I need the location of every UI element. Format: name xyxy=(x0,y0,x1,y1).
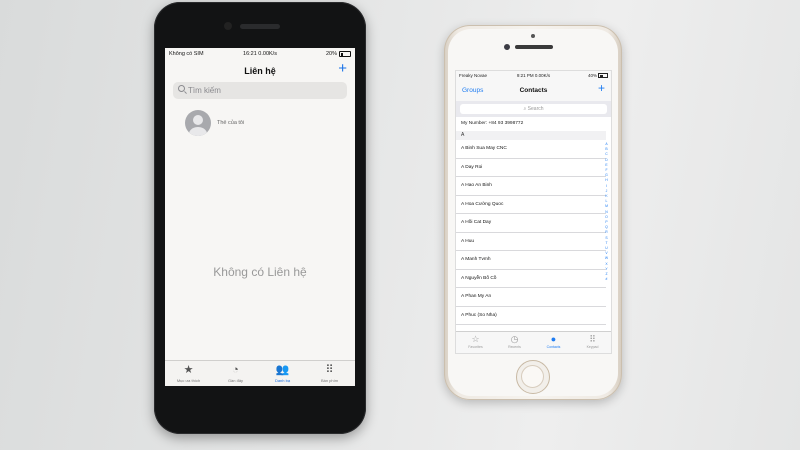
tab-contacts[interactable]: ● Contacts xyxy=(534,334,573,349)
clock-icon: ◷ xyxy=(510,334,519,344)
empty-state-message: Không có Liên hệ xyxy=(213,265,307,279)
contact-row[interactable]: A Nguyễn Bố Cồ xyxy=(456,270,606,288)
keypad-icon: ⠿ xyxy=(589,334,596,344)
add-contact-button[interactable]: + xyxy=(598,82,605,94)
tab-bar: ☆ Favorites ◷ Recents ● Contacts ⠿ Keypa… xyxy=(456,331,611,353)
contacts-icon: 👥 xyxy=(275,364,290,376)
contacts-list: A A Binh Sua May CNC A Day Roi A Hao An Bi… xyxy=(456,131,606,325)
search-field[interactable]: ⌕ Search xyxy=(460,104,607,114)
black-iphone: Không có SIM 16:21 0.00K/s 20% Liên hệ +… xyxy=(154,2,366,434)
tab-favorites[interactable]: ★ Mục ưa thích xyxy=(165,364,212,383)
index-letter[interactable]: # xyxy=(604,277,609,282)
add-contact-button[interactable]: + xyxy=(338,61,347,76)
tab-bar: ★ Mục ưa thích ◔ Gần đây 👥 Danh bạ ⠿ Bàn… xyxy=(165,360,355,386)
tab-label: Gần đây xyxy=(227,378,244,383)
page-title: Liên hệ xyxy=(244,66,276,76)
search-bar: ⌕ Search xyxy=(456,101,611,117)
home-button[interactable] xyxy=(516,360,550,394)
contact-row[interactable]: A Manh Tvmh xyxy=(456,251,606,270)
battery-icon xyxy=(598,73,608,78)
tab-label: Bàn phím xyxy=(320,378,339,383)
contact-row[interactable]: A Binh Sua May CNC xyxy=(456,140,606,159)
contacts-icon: ● xyxy=(550,334,557,344)
contact-row[interactable]: A Hoa Cường Quoc xyxy=(456,196,606,214)
battery-percent: 20% xyxy=(325,51,337,57)
alphabet-index[interactable]: A B C D E F G H I J K L M N O P Q R S T U V W X Y Z # xyxy=(604,142,609,282)
navigation-bar: Groups Contacts + xyxy=(456,81,611,101)
keypad-icon: ⠿ xyxy=(325,364,334,376)
page-title: Contacts xyxy=(519,87,548,94)
status-bar: Freaky Novae 9:21 PM 0.00K/s 40% xyxy=(456,71,611,81)
gold-iphone: Freaky Novae 9:21 PM 0.00K/s 40% Groups … xyxy=(444,25,622,400)
contact-row[interactable]: A Phan My An xyxy=(456,288,606,307)
clock-icon: ◔ xyxy=(232,364,239,376)
tab-recents[interactable]: ◔ Gần đây xyxy=(212,364,259,383)
tab-label: Favorites xyxy=(468,345,483,349)
star-icon: ★ xyxy=(183,364,194,376)
contacts-screen-vietnamese: Không có SIM 16:21 0.00K/s 20% Liên hệ +… xyxy=(165,48,355,386)
tab-label: Mục ưa thích xyxy=(176,378,201,383)
contact-row[interactable]: A Hao An Binh xyxy=(456,177,606,196)
tab-label: Recents xyxy=(508,345,521,349)
proximity-sensor xyxy=(531,34,535,38)
contact-row[interactable]: A Huu xyxy=(456,233,606,251)
status-bar: Không có SIM 16:21 0.00K/s 20% xyxy=(165,48,355,60)
earpiece xyxy=(240,24,280,29)
tab-label: Danh bạ xyxy=(274,378,291,383)
section-header: A xyxy=(456,131,606,140)
search-field[interactable]: Tìm kiếm xyxy=(173,82,347,99)
tab-label: Keypad xyxy=(586,345,599,349)
front-camera xyxy=(504,44,510,50)
my-card-label[interactable]: Thẻ của tôi xyxy=(217,120,244,126)
battery-icon xyxy=(339,51,351,57)
battery-percent: 40% xyxy=(587,73,597,78)
my-number-label: My Number: +84 93 3998772 xyxy=(461,121,524,126)
tab-recents[interactable]: ◷ Recents xyxy=(495,334,534,349)
search-icon xyxy=(178,85,185,92)
tab-favorites[interactable]: ☆ Favorites xyxy=(456,334,495,349)
tab-keypad[interactable]: ⠿ Bàn phím xyxy=(306,364,353,383)
tab-label: Contacts xyxy=(546,345,561,349)
front-camera xyxy=(224,22,232,30)
avatar[interactable] xyxy=(185,110,211,136)
contact-row[interactable]: A Hồi Cat Day xyxy=(456,214,606,233)
star-icon: ☆ xyxy=(471,334,480,344)
earpiece xyxy=(515,45,553,49)
tab-contacts[interactable]: 👥 Danh bạ xyxy=(259,364,306,383)
contact-row[interactable]: A Day Roi xyxy=(456,159,606,177)
contacts-screen-english: Freaky Novae 9:21 PM 0.00K/s 40% Groups … xyxy=(455,70,612,354)
search-placeholder: Search xyxy=(527,106,544,112)
search-placeholder: Tìm kiếm xyxy=(188,86,221,95)
contact-row[interactable]: A Phuc (So Nha) xyxy=(456,307,606,325)
tab-keypad[interactable]: ⠿ Keypad xyxy=(573,334,611,349)
